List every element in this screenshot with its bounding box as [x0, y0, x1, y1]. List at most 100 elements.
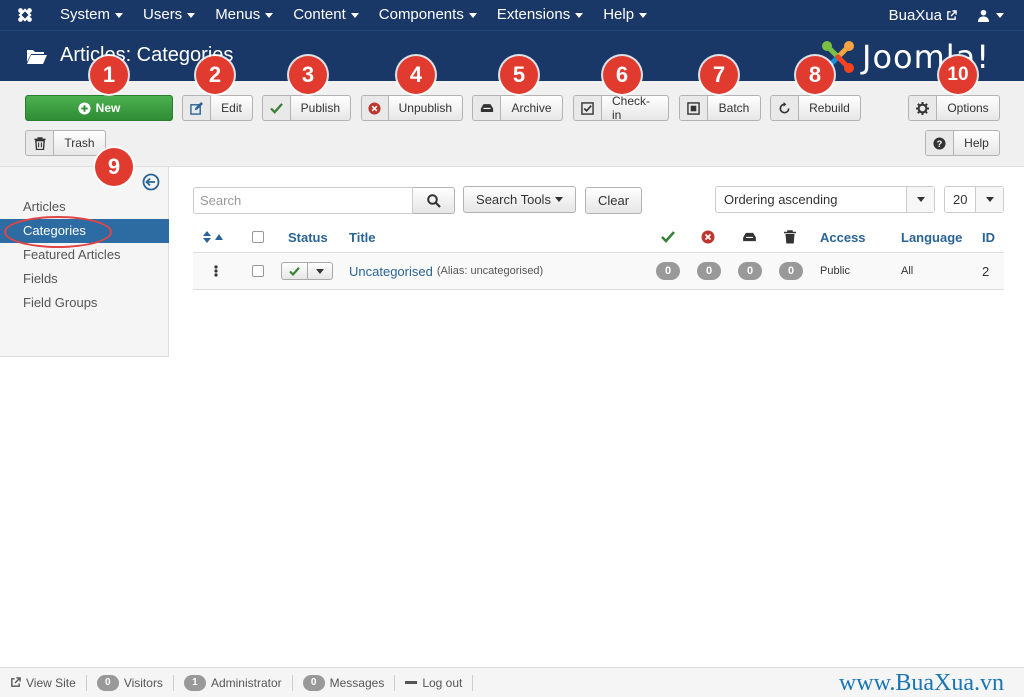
unpublish-button[interactable]: Unpublish [361, 95, 463, 121]
site-name-link[interactable]: BuaXua [879, 7, 967, 24]
gear-icon [909, 96, 937, 120]
status-dropdown-caret-icon[interactable] [308, 263, 332, 279]
sidebar-collapse-icon[interactable] [142, 173, 160, 194]
edit-button[interactable]: Edit [182, 95, 253, 121]
access-level: Public [820, 265, 850, 277]
plus-circle-icon [78, 101, 91, 115]
publish-button[interactable]: Publish [262, 95, 351, 121]
limit-select[interactable]: 20 [944, 186, 1004, 213]
menu-extensions[interactable]: Extensions [487, 0, 593, 30]
unpublish-x-circle-icon [362, 96, 389, 120]
trashed-col-trash-icon[interactable] [784, 222, 796, 252]
category-title-link[interactable]: Uncategorised [349, 264, 433, 279]
messages-link[interactable]: 0 Messages [293, 674, 396, 691]
search-button[interactable] [413, 187, 455, 214]
logout-link[interactable]: Log out [395, 674, 474, 691]
drag-handle-icon[interactable] [214, 253, 218, 289]
svg-text:?: ? [937, 138, 943, 148]
menu-components[interactable]: Components [369, 0, 487, 30]
callout-9: 9 [95, 148, 133, 186]
batch-square-icon [680, 96, 708, 120]
row-checkbox[interactable] [252, 265, 264, 277]
checkbox-checked-icon [574, 96, 602, 120]
new-button[interactable]: New [25, 95, 173, 121]
admin-count-badge: 1 [183, 674, 206, 691]
menu-menus[interactable]: Menus [205, 0, 283, 30]
header-access[interactable]: Access [820, 222, 866, 252]
question-circle-icon: ? [926, 131, 954, 155]
published-col-check-icon[interactable] [661, 222, 675, 252]
categories-highlight-ring [4, 216, 112, 248]
language-value: All [901, 265, 914, 277]
refresh-icon [771, 96, 799, 120]
status-bar: View Site 0 Visitors 1 Administrator 0 M… [0, 667, 1024, 697]
edit-icon [183, 96, 211, 120]
sidebar-item-articles[interactable]: Articles [0, 195, 169, 219]
status-toggle[interactable] [281, 262, 333, 280]
toolbar: New Edit Publish Unpublish Archive Check… [0, 81, 1024, 167]
messages-count-badge: 0 [302, 674, 325, 691]
published-count-badge[interactable]: 0 [656, 262, 680, 280]
callout-8: 8 [796, 56, 834, 94]
user-menu[interactable] [967, 9, 1024, 22]
ordering-select[interactable]: Ordering ascending [715, 186, 935, 213]
callout-1: 1 [90, 56, 128, 94]
minus-icon [405, 680, 418, 684]
checkin-button[interactable]: Check-in [573, 95, 669, 121]
archive-icon [473, 96, 501, 120]
watermark-text: www.BuaXua.vn [838, 670, 1004, 696]
search-input[interactable] [193, 187, 413, 214]
header-language[interactable]: Language [901, 222, 962, 252]
callout-4: 4 [397, 56, 435, 94]
search-group [193, 187, 455, 214]
joomla-logo-icon[interactable] [0, 0, 50, 30]
menu-help[interactable]: Help [593, 0, 657, 30]
ordering-sort-icon[interactable] [203, 222, 223, 252]
options-button[interactable]: Options [908, 95, 1000, 121]
menu-users[interactable]: Users [133, 0, 205, 30]
sidebar-item-fields[interactable]: Fields [0, 267, 169, 291]
callout-7: 7 [700, 56, 738, 94]
sidebar-item-field-groups[interactable]: Field Groups [0, 291, 169, 315]
archive-button[interactable]: Archive [472, 95, 563, 121]
folder-open-icon [27, 49, 47, 64]
category-alias: (Alias: uncategorised) [436, 265, 544, 277]
search-tools-button[interactable]: Search Tools [463, 186, 576, 213]
header-status[interactable]: Status [288, 222, 328, 252]
callout-5: 5 [500, 56, 538, 94]
sidebar-item-featured-articles[interactable]: Featured Articles [0, 243, 169, 267]
table-header: Status Title Access Language ID [193, 222, 1004, 253]
header-id[interactable]: ID [982, 222, 995, 252]
callout-3: 3 [289, 56, 327, 94]
search-icon [426, 193, 441, 208]
select-all-checkbox[interactable] [252, 231, 264, 243]
trashed-count-badge[interactable]: 0 [779, 262, 803, 280]
clear-button[interactable]: Clear [585, 187, 642, 214]
administrator-status: 1 Administrator [174, 674, 293, 691]
sidebar: Articles Categories Featured Articles Fi… [0, 167, 169, 357]
unpublished-count-badge[interactable]: 0 [697, 262, 721, 280]
batch-button[interactable]: Batch [679, 95, 761, 121]
external-link-icon [947, 9, 957, 20]
visitors-count-badge: 0 [96, 674, 119, 691]
callout-6: 6 [603, 56, 641, 94]
external-link-icon [11, 677, 21, 687]
rebuild-button[interactable]: Rebuild [770, 95, 861, 121]
check-icon [263, 96, 291, 120]
published-check-icon[interactable] [282, 263, 308, 279]
trash-button[interactable]: Trash [25, 130, 106, 156]
view-site-link[interactable]: View Site [0, 674, 87, 691]
menu-content[interactable]: Content [283, 0, 369, 30]
callout-10: 10 [939, 56, 977, 94]
help-button[interactable]: ? Help [925, 130, 1000, 156]
top-navbar: System Users Menus Content Components Ex… [0, 0, 1024, 30]
header-title[interactable]: Title [349, 222, 376, 252]
unpublished-col-x-icon[interactable] [701, 222, 715, 252]
archived-count-badge[interactable]: 0 [738, 262, 762, 280]
user-icon [977, 9, 990, 22]
table-row: Uncategorised (Alias: uncategorised) 0 0… [193, 253, 1004, 290]
visitors-status: 0 Visitors [87, 674, 174, 691]
archived-col-archive-icon[interactable] [742, 222, 757, 252]
id-value: 2 [982, 263, 990, 279]
menu-system[interactable]: System [50, 0, 133, 30]
